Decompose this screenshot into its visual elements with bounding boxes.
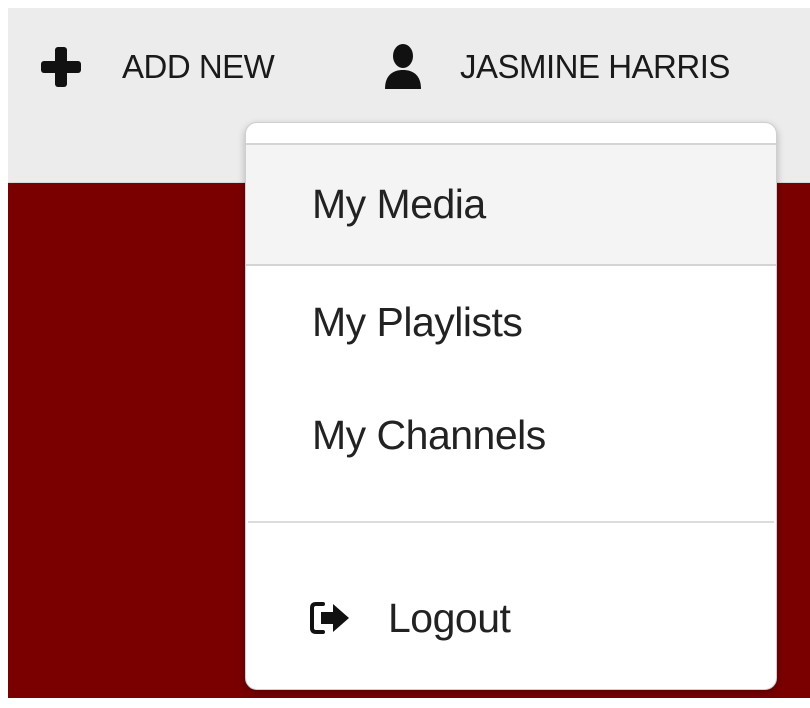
menu-item-label: My Media: [312, 181, 486, 227]
menu-item-label: My Channels: [312, 411, 546, 458]
menu-item-my-channels[interactable]: My Channels: [246, 376, 776, 494]
add-new-button[interactable]: ADD NEW: [36, 42, 275, 92]
plus-icon: [36, 42, 86, 92]
add-new-label: ADD NEW: [122, 48, 275, 85]
menu-item-label: My Playlists: [312, 298, 523, 345]
logout-button[interactable]: Logout: [246, 563, 776, 673]
user-dropdown-menu: My Media My Playlists My Channels Logout: [245, 122, 777, 690]
sign-out-icon: [308, 595, 354, 641]
menu-divider: [248, 521, 774, 523]
user-menu-button[interactable]: JASMINE HARRIS: [378, 42, 730, 92]
user-name-label: JASMINE HARRIS: [460, 48, 730, 85]
menu-item-my-playlists[interactable]: My Playlists: [246, 268, 776, 376]
app-window: ADD NEW JASMINE HARRIS My Media My Playl…: [8, 8, 810, 698]
menu-item-my-media[interactable]: My Media: [246, 145, 776, 266]
logout-label: Logout: [388, 594, 511, 641]
user-icon: [378, 42, 428, 92]
